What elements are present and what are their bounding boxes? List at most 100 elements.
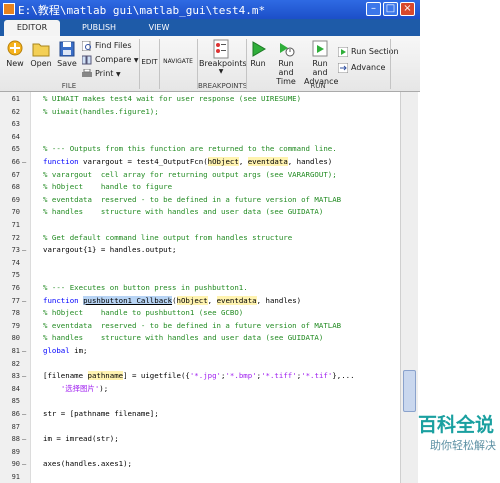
line-marker[interactable]: – (22, 370, 26, 382)
line-marker[interactable]: – (22, 408, 26, 420)
save-disk-icon (59, 41, 75, 57)
save-button[interactable]: Save (55, 39, 79, 68)
code-line[interactable]: 66– function varargout = test4_OutputFcn(… (0, 156, 400, 168)
advance-label: Advance (351, 63, 386, 72)
line-marker[interactable]: – (22, 156, 26, 168)
advance-icon (338, 62, 348, 73)
code-line[interactable]: 67 % varargout cell array for returning o… (0, 169, 400, 181)
line-number: 79 (11, 321, 20, 330)
advance-button[interactable]: Advance (338, 62, 385, 74)
code-line[interactable]: 65 % --- Outputs from this function are r… (0, 143, 400, 155)
compare-chevron-down-icon: ▼ (133, 57, 139, 64)
code-text: im = imread(str); (43, 434, 119, 444)
line-number: 82 (11, 359, 20, 368)
code-text: axes(handles.axes1); (43, 459, 132, 469)
run-section-label: Run Section (351, 47, 399, 56)
watermark-subtitle: 助你轻松解决 (430, 439, 496, 452)
code-line[interactable]: 70 % handles structure with handles and u… (0, 206, 400, 218)
matlab-app-icon (3, 3, 15, 15)
line-marker[interactable]: – (22, 244, 26, 256)
line-marker[interactable]: – (22, 458, 26, 470)
line-number: 78 (11, 309, 20, 318)
code-line[interactable]: 89 (0, 446, 400, 458)
line-number: 63 (11, 120, 20, 129)
code-text: % --- Executes on button press in pushbu… (43, 283, 248, 292)
code-line[interactable]: 87 (0, 421, 400, 433)
line-number: 87 (11, 422, 20, 431)
tab-editor[interactable]: EDITOR (4, 20, 60, 36)
printer-icon (82, 68, 92, 77)
code-line[interactable]: 75 (0, 269, 400, 281)
run-label: Run (250, 59, 266, 68)
code-line[interactable]: 74 (0, 257, 400, 269)
ribbon-toolbar: New Open Save Find Files Compare ▼ Print… (0, 36, 420, 92)
code-line[interactable]: 82 (0, 358, 400, 370)
code-line[interactable]: 73– varargout{1} = handles.output; (0, 244, 400, 256)
run-play-icon (252, 41, 266, 57)
code-line[interactable]: 79 % eventdata reserved - to be defined i… (0, 320, 400, 332)
code-line[interactable]: 61 % UIWAIT makes test4 wait for user res… (0, 93, 400, 105)
navigate-section[interactable]: NAVIGATE (160, 58, 196, 65)
code-line[interactable]: 78 % hObject handle to pushbutton1 (see G… (0, 307, 400, 319)
code-line[interactable]: 84 '选择图片'); (0, 383, 400, 395)
code-line[interactable]: 91 (0, 471, 400, 483)
code-line[interactable]: 80 % handles structure with handles and u… (0, 332, 400, 344)
tab-view[interactable]: VIEW (136, 20, 182, 36)
line-number: 76 (11, 284, 20, 292)
breakpoints-label: Breakpoints (199, 59, 247, 68)
breakpoints-chevron-down-icon: ▼ (218, 68, 224, 75)
line-number: 83 (11, 372, 20, 381)
print-button[interactable]: Print ▼ (82, 68, 121, 80)
code-line[interactable]: 68 % hObject handle to figure (0, 181, 400, 193)
code-line[interactable]: 86– str = [pathname filename]; (0, 408, 400, 420)
code-text: % Get default command line output from h… (43, 232, 293, 242)
scrollbar-thumb[interactable] (403, 370, 416, 412)
open-button-label: Open (30, 59, 52, 68)
minimize-button[interactable]: – (366, 2, 381, 16)
code-text: % hObject handle to figure (43, 182, 173, 192)
new-button[interactable]: New (3, 39, 27, 68)
title-bar: E:\教程\matlab gui\matlab_gui\test4.m* – □… (0, 0, 420, 19)
line-marker[interactable]: – (22, 433, 26, 445)
separator (139, 39, 140, 89)
find-files-icon (82, 40, 91, 51)
vertical-scrollbar[interactable] (400, 92, 418, 483)
close-button[interactable]: × (400, 2, 415, 16)
run-button[interactable]: Run (248, 39, 268, 68)
tab-publish[interactable]: PUBLISH (68, 20, 130, 36)
code-line[interactable]: 64 (0, 131, 400, 143)
code-line[interactable]: 62 % uiwait(handles.figure1); (0, 106, 400, 118)
code-line[interactable]: 72 % Get default command line output from… (0, 232, 400, 244)
code-line[interactable]: 85 (0, 395, 400, 407)
compare-button[interactable]: Compare ▼ (82, 54, 138, 66)
code-line[interactable]: 76 % --- Executes on button press in push… (0, 282, 400, 294)
run-and-time-button[interactable]: Run and Time (270, 39, 302, 86)
maximize-button[interactable]: □ (383, 2, 398, 16)
find-files-button[interactable]: Find Files (82, 40, 132, 52)
breakpoints-button[interactable]: Breakpoints ▼ (199, 39, 247, 75)
code-line[interactable]: 81– global im; (0, 345, 400, 357)
line-marker[interactable]: – (22, 345, 26, 357)
code-line[interactable]: 63 (0, 118, 400, 130)
code-line[interactable]: 77– function pushbutton1_Callback(hObject… (0, 295, 400, 307)
watermark-title: 百科全说 (418, 414, 495, 436)
run-and-time-icon (280, 43, 295, 57)
code-text: % eventdata reserved - to be defined in … (43, 194, 342, 204)
line-marker[interactable]: – (22, 295, 26, 307)
open-button[interactable]: Open (29, 39, 53, 68)
code-line[interactable]: 69 % eventdata reserved - to be defined i… (0, 194, 400, 206)
print-label: Print (95, 69, 114, 78)
code-line[interactable]: 83– [filename pathname] = uigetfile({'*.j… (0, 370, 400, 382)
edit-section[interactable]: EDIT (141, 58, 158, 66)
code-editor[interactable]: 61 % UIWAIT makes test4 wait for user res… (0, 92, 400, 483)
line-number: 80 (11, 334, 20, 343)
code-text: % UIWAIT makes test4 wait for user respo… (43, 94, 302, 103)
code-line[interactable]: 88– im = imread(str); (0, 433, 400, 445)
run-and-advance-button[interactable]: Run and Advance (304, 39, 338, 86)
line-number: 86 (11, 410, 20, 418)
line-number: 61 (11, 95, 20, 103)
new-button-label: New (6, 59, 24, 68)
run-section-icon (338, 46, 348, 57)
code-line[interactable]: 71 (0, 219, 400, 231)
code-line[interactable]: 90– axes(handles.axes1); (0, 458, 400, 470)
